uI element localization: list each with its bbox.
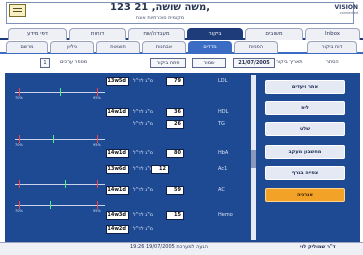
count-label: מספר ערכים xyxy=(60,59,88,65)
row-value-input[interactable]: 12 xyxy=(151,165,169,174)
patient-subtitle: מקומית סוכרתיות אונח xyxy=(135,15,185,21)
range-slider[interactable] xyxy=(15,139,105,140)
patient-title: 123 משה שושה, 21, xyxy=(109,2,210,13)
range-value-marker xyxy=(50,201,51,209)
status-timestamp: 19:26 19/07/2005 הגעה למערכת xyxy=(130,244,208,250)
subtab-measures[interactable]: מדדים xyxy=(188,41,232,53)
range-low-marker xyxy=(19,135,20,143)
subtab-sheet[interactable]: גיליון xyxy=(50,41,94,53)
status-user: ד"ר שמוליק לוי xyxy=(300,244,336,250)
vision-logo-sub: connected xyxy=(339,11,358,15)
row-code: Ac1 xyxy=(218,166,228,172)
hide-label[interactable]: הסתר xyxy=(326,57,339,67)
subtab-results[interactable]: תוצאות xyxy=(96,41,140,53)
range-slider[interactable] xyxy=(15,205,105,206)
row-label: מ"ג לד"ל xyxy=(133,187,154,193)
side-button-graph[interactable]: צפייה בגרף xyxy=(265,166,345,180)
subtab-diagnoses[interactable]: אבחנות xyxy=(142,41,186,53)
main-tabs: Inbox משובים ביקור מעבדה/שח דוחות דפי מי… xyxy=(0,27,363,40)
slider-high-label: 95% xyxy=(93,96,101,100)
date-label: תאריך ביקור xyxy=(276,59,303,65)
row-code: TG xyxy=(218,121,225,127)
scrollbar-thumb[interactable] xyxy=(251,150,256,168)
tab-lab[interactable]: מעבדה/שח xyxy=(128,28,185,40)
measure-slider-row: 70% 95% xyxy=(5,84,251,105)
count-select[interactable]: 1 xyxy=(40,58,50,68)
row-left-value[interactable]: 13w6d xyxy=(106,165,129,174)
row-code: HbA xyxy=(218,150,229,156)
row-value-input[interactable]: 26 xyxy=(166,120,184,129)
row-left-value[interactable]: 14w3d xyxy=(106,211,129,220)
row-left-value[interactable]: 14w1d xyxy=(106,149,129,158)
row-left-value[interactable]: 14w2d xyxy=(106,225,129,234)
row-code: AC xyxy=(218,187,225,193)
range-high-marker xyxy=(97,201,98,209)
subtab-prescription[interactable]: מרשם xyxy=(6,41,48,53)
side-button-lip[interactable]: ליפ xyxy=(265,101,345,115)
sub-tabs: מרשם גיליון תוצאות אבחנות מדדים הפניות ד… xyxy=(0,40,363,54)
slider-low-label: 70% xyxy=(15,96,23,100)
side-button-targets[interactable]: אתר ויעדים xyxy=(265,80,345,94)
range-low-marker xyxy=(19,201,20,209)
side-button-energy[interactable]: אנרגיה xyxy=(265,188,345,202)
row-label: מ"ג לד"ל xyxy=(133,150,154,156)
side-button-control[interactable]: שלט xyxy=(265,122,345,136)
range-value-marker xyxy=(60,88,61,96)
row-value-input[interactable]: 59 xyxy=(166,186,184,195)
tab-info-pages[interactable]: דפי מידע xyxy=(8,28,67,40)
toolbar: הסתר תאריך ביקור 21/07/2005 שמור פתח ביק… xyxy=(0,56,363,70)
row-code: Hemo xyxy=(218,212,233,218)
tab-reports[interactable]: דוחות xyxy=(69,28,126,40)
row-left-value[interactable]: 14w1d xyxy=(106,186,129,195)
row-code: HDL xyxy=(218,109,229,115)
open-visit-button[interactable]: פתח ביקור xyxy=(150,58,186,68)
tab-inbox[interactable]: Inbox xyxy=(305,28,360,40)
row-value-input[interactable]: 36 xyxy=(166,108,184,117)
row-left-value[interactable]: 14w1d xyxy=(106,108,129,117)
range-value-marker xyxy=(53,135,54,143)
row-label: מ"ג לד"ל xyxy=(133,212,154,218)
subtab-visit-report[interactable]: דוח ביקור xyxy=(307,41,357,53)
range-low-marker xyxy=(19,88,20,96)
vision-logo: VISION xyxy=(334,4,358,11)
range-high-marker xyxy=(97,88,98,96)
measure-row: 14w2d מ"ג לד"ל xyxy=(5,223,251,244)
tab-visit[interactable]: ביקור xyxy=(187,28,243,40)
visit-date-field[interactable]: 21/07/2005 xyxy=(233,58,275,68)
row-value-input[interactable]: 80 xyxy=(166,149,184,158)
side-button-calculator[interactable]: מחשבון מעקב xyxy=(265,145,345,159)
row-label: מ"ג לד"ל xyxy=(133,121,154,127)
tab-messages[interactable]: משובים xyxy=(245,28,303,40)
subtab-referrals[interactable]: הפניות xyxy=(234,41,278,53)
note-icon[interactable] xyxy=(9,4,26,17)
row-label: מ"ג לד"ל xyxy=(133,226,154,232)
row-label: מ"ג לד"ל xyxy=(133,109,154,115)
range-high-marker xyxy=(97,135,98,143)
row-value-input[interactable]: 15 xyxy=(166,211,184,220)
save-button[interactable]: שמור xyxy=(192,58,226,68)
